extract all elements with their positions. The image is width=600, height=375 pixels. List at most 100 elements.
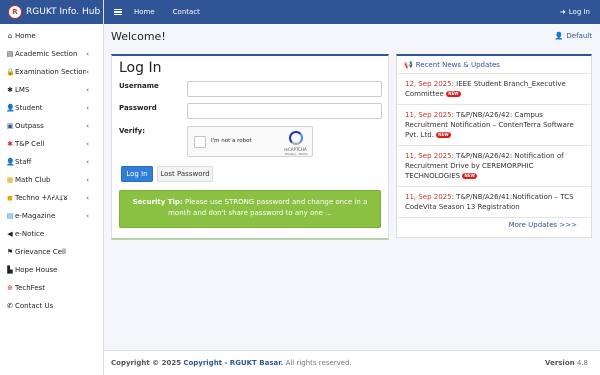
menu-toggle-icon[interactable] — [114, 8, 122, 16]
sidebar-item-label: TechFest — [15, 284, 46, 292]
magazine-icon: ▤ — [6, 212, 14, 220]
security-tip-text: Please use STRONG password and change on… — [168, 198, 368, 217]
news-list: 12, Sep 2025: IEEE Student Branch_Execut… — [397, 74, 591, 218]
sidebar-item-contact-us[interactable]: ✆ Contact Us — [0, 297, 103, 315]
top-login-label: Log In — [568, 8, 590, 16]
footer-copyright: Copyright © 2025 — [111, 359, 182, 367]
home-icon: ⌂ — [7, 32, 13, 40]
footer-copyright-link[interactable]: Copyright - RGUKT Basar. — [183, 359, 283, 367]
login-title: Log In — [119, 60, 162, 76]
sidebar-item-home[interactable]: ⌂ Home — [0, 27, 103, 45]
chevron-left-icon: ‹ — [86, 140, 89, 148]
sidebar-item-label: e-Notice — [15, 230, 45, 238]
sidebar-item-e-notice[interactable]: ◀ e-Notice — [0, 225, 103, 243]
sidebar-item-label: Home — [15, 32, 36, 40]
news-item[interactable]: 11, Sep 2025: T&P/NB/A26/42: Notificatio… — [397, 146, 591, 187]
more-updates-link[interactable]: More Updates >>> — [509, 221, 577, 229]
sidebar-item-hope-house[interactable]: ▙ Hope House — [0, 261, 103, 279]
sidebar-item-t-p-cell[interactable]: ✱ T&P Cell ‹ — [0, 135, 103, 153]
top-login-link[interactable]: ➜ Log In — [560, 8, 590, 16]
chevron-left-icon: ‹ — [86, 194, 89, 202]
sidebar-item-grievance-cell[interactable]: ⚑ Grievance Cell — [0, 243, 103, 261]
news-header: 📢 Recent News & Updates — [397, 56, 591, 74]
asterisk-icon: ✱ — [7, 140, 13, 148]
sidebar-item-student[interactable]: 👤 Student ‹ — [0, 99, 103, 117]
chevron-left-icon: ‹ — [86, 68, 89, 76]
techno-icon: ◼ — [7, 194, 13, 202]
verify-label: Verify: — [119, 127, 146, 135]
chevron-left-icon: ‹ — [86, 104, 89, 112]
sidebar-item-label: LMS — [15, 86, 30, 94]
chevron-left-icon: ‹ — [86, 86, 89, 94]
sidebar-item-label: Techno 𑀓𑀕𑀟𑀢𑀦𑀫 — [15, 193, 68, 202]
staff-icon: 👤 — [6, 158, 15, 166]
new-badge: NEW — [446, 91, 461, 97]
recaptcha-checkbox[interactable] — [194, 136, 206, 148]
chevron-left-icon: ‹ — [86, 212, 89, 220]
top-navbar: Home Contact ➜ Log In — [104, 0, 600, 24]
chevron-left-icon: ‹ — [86, 122, 89, 130]
sidebar-item-label: Contact Us — [15, 302, 54, 310]
news-date: 11, Sep 2025 — [405, 193, 452, 201]
asterisk-icon: ✱ — [7, 86, 13, 94]
username-label: Username — [119, 82, 159, 90]
flag-icon: ⚑ — [6, 248, 14, 256]
security-tip-title: Security Tip: — [132, 198, 183, 206]
news-item[interactable]: 11, Sep 2025: T&P/NB/A26/42: Campus Recr… — [397, 105, 591, 146]
megaphone-icon: ◀ — [7, 230, 13, 238]
news-date: 12, Sep 2025 — [405, 80, 452, 88]
lost-password-button[interactable]: Lost Password — [157, 166, 213, 182]
sign-in-icon: ➜ — [559, 8, 566, 16]
user-icon: 👤 — [554, 32, 564, 40]
password-label: Password — [119, 104, 157, 112]
default-user-link[interactable]: 👤 Default — [555, 32, 592, 40]
book-icon: ▤ — [6, 50, 14, 58]
sidebar-item-label: Outpass — [15, 122, 44, 130]
username-input[interactable] — [187, 81, 382, 97]
door-icon: ▣ — [6, 122, 14, 130]
recaptcha-logo-icon — [289, 131, 303, 145]
footer: Copyright © 2025 Copyright - RGUKT Basar… — [104, 350, 600, 375]
sidebar-item-staff[interactable]: 👤 Staff ‹ — [0, 153, 103, 171]
news-title: Recent News & Updates — [415, 60, 500, 69]
nav-contact-link[interactable]: Contact — [173, 8, 200, 16]
security-tip: Security Tip: Please use STRONG password… — [119, 190, 381, 228]
chevron-left-icon: ‹ — [86, 158, 89, 166]
footer-version: Version 4.8 — [545, 359, 588, 367]
sidebar-item-label: e-Magazine — [15, 212, 56, 220]
news-item[interactable]: 11, Sep 2025: T&P/NB/A26/41:Notification… — [397, 187, 591, 218]
chevron-left-icon: ‹ — [86, 176, 89, 184]
news-date: 11, Sep 2025 — [405, 111, 452, 119]
sidebar-item-label: Math Club — [15, 176, 51, 184]
login-button[interactable]: Log In — [121, 166, 153, 182]
sidebar-nav: ⌂ Home ▤ Academic Section ‹ 🔒 Examination Sect… — [0, 24, 103, 315]
news-card: 📢 Recent News & Updates 12, Sep 2025: IE… — [396, 54, 592, 238]
recaptcha-terms[interactable]: Privacy - Terms — [285, 152, 308, 156]
building-icon: ▙ — [7, 266, 13, 274]
sidebar-item-techno[interactable]: ◼ Techno 𑀓𑀕𑀟𑀢𑀦𑀫 ‹ — [0, 189, 103, 207]
sidebar-item-examination-section[interactable]: 🔒 Examination Section ‹ — [0, 63, 103, 81]
sidebar-item-techfest[interactable]: ⊕ TechFest — [0, 279, 103, 297]
sidebar-item-outpass[interactable]: ▣ Outpass ‹ — [0, 117, 103, 135]
sidebar-item-label: Academic Section — [15, 50, 78, 58]
sidebar-item-e-magazine[interactable]: ▤ e-Magazine ‹ — [0, 207, 103, 225]
nav-home-link[interactable]: Home — [134, 8, 155, 16]
rgukt-logo: R — [8, 5, 22, 19]
sidebar-item-academic-section[interactable]: ▤ Academic Section ‹ — [0, 45, 103, 63]
lock-icon: 🔒 — [6, 68, 15, 76]
sidebar-item-math-club[interactable]: ▦ Math Club ‹ — [0, 171, 103, 189]
news-date: 11, Sep 2025 — [405, 152, 452, 160]
sidebar-item-label: Staff — [15, 158, 32, 166]
megaphone-icon: 📢 — [404, 60, 413, 69]
brand[interactable]: R RGUKT Info. Hub — [0, 0, 103, 24]
news-item[interactable]: 12, Sep 2025: IEEE Student Branch_Execut… — [397, 74, 591, 105]
phone-icon: ✆ — [7, 302, 13, 310]
brand-title: RGUKT Info. Hub — [26, 7, 101, 17]
password-input[interactable] — [187, 103, 382, 119]
globe-icon: ⊕ — [7, 284, 13, 292]
sidebar-item-label: Hope House — [15, 266, 58, 274]
sidebar-item-lms[interactable]: ✱ LMS ‹ — [0, 81, 103, 99]
sidebar-item-label: Student — [15, 104, 43, 112]
default-label: Default — [566, 32, 592, 40]
user-icon: 👤 — [6, 104, 15, 112]
